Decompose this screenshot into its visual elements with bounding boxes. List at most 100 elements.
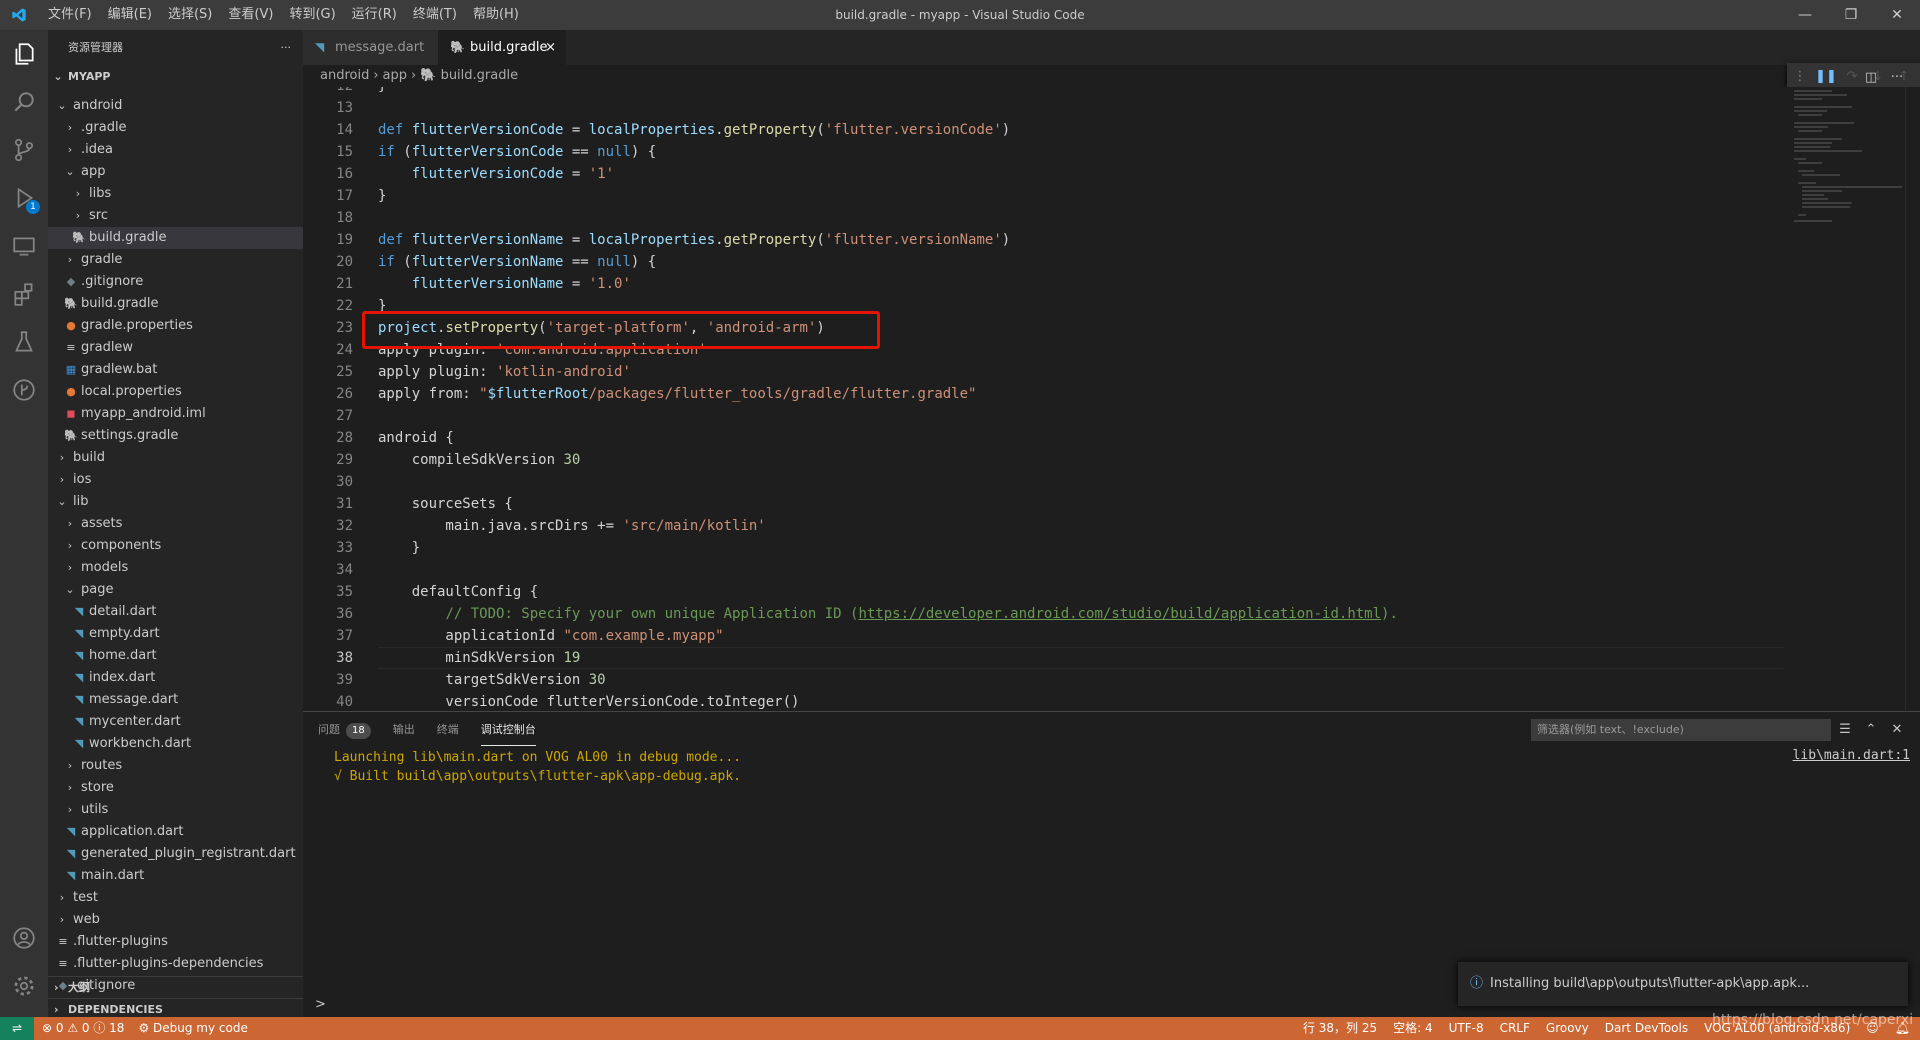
tree-folder[interactable]: › libs xyxy=(48,183,303,205)
editor-scrollbar[interactable] xyxy=(1905,87,1920,710)
cursor-position-status[interactable]: 行 38，列 25 xyxy=(1303,1017,1377,1040)
tab-message-dart[interactable]: ◥ message.dart xyxy=(303,30,438,65)
close-tab-icon[interactable]: × xyxy=(545,30,556,65)
panel-tab[interactable]: 终端 xyxy=(437,712,459,747)
tree-folder[interactable]: › assets xyxy=(48,513,303,535)
tree-folder[interactable]: › test xyxy=(48,887,303,909)
dart-devtools-status[interactable]: Dart DevTools xyxy=(1605,1017,1688,1040)
panel-tab[interactable]: 输出 xyxy=(393,712,415,747)
workspace-root[interactable]: ⌄ MYAPP xyxy=(48,66,303,88)
tree-file[interactable]: ◥ application.dart xyxy=(48,821,303,843)
tree-folder[interactable]: › gradle xyxy=(48,249,303,271)
tree-folder[interactable]: › .idea xyxy=(48,139,303,161)
tree-file[interactable]: ● local.properties xyxy=(48,381,303,403)
tree-file[interactable]: ◥ empty.dart xyxy=(48,623,303,645)
code-line[interactable]: 16 flutterVersionCode = '1' xyxy=(303,163,1783,185)
code-line[interactable]: 19 def flutterVersionName = localProperti… xyxy=(303,229,1783,251)
run-debug-icon[interactable]: 1 xyxy=(0,174,48,222)
tree-file[interactable]: 🐘 build.gradle xyxy=(48,227,303,249)
tree-file[interactable]: ◆ .gitignore xyxy=(48,271,303,293)
menu-item[interactable]: 运行(R) xyxy=(344,0,405,30)
breadcrumb-item[interactable]: android xyxy=(320,68,369,83)
close-panel-icon[interactable]: ✕ xyxy=(1884,722,1910,737)
breadcrumb-item[interactable]: build.gradle xyxy=(441,68,519,83)
search-icon[interactable] xyxy=(0,78,48,126)
close-window-icon[interactable]: ✕ xyxy=(1874,0,1920,30)
minimize-icon[interactable]: — xyxy=(1782,0,1828,30)
debug-status[interactable]: ⚙ Debug my code xyxy=(138,1017,261,1040)
tree-file[interactable]: ◥ workbench.dart xyxy=(48,733,303,755)
tree-folder[interactable]: › .gradle xyxy=(48,117,303,139)
tree-folder[interactable]: › components xyxy=(48,535,303,557)
tree-folder[interactable]: ⌄ android xyxy=(48,95,303,117)
code-line[interactable]: 30 xyxy=(303,471,1783,493)
dependencies-section[interactable]: › DEPENDENCIES xyxy=(48,998,303,1017)
code-line[interactable]: 34 xyxy=(303,559,1783,581)
notification-toast[interactable]: ⓘ Installing build\app\outputs\flutter-a… xyxy=(1458,962,1908,1006)
tree-folder[interactable]: ⌄ page xyxy=(48,579,303,601)
encoding-status[interactable]: UTF-8 xyxy=(1449,1017,1484,1040)
code-line[interactable]: 28 android { xyxy=(303,427,1783,449)
code-line[interactable]: 35 defaultConfig { xyxy=(303,581,1783,603)
eol-status[interactable]: CRLF xyxy=(1500,1017,1530,1040)
code-line[interactable]: 29 compileSdkVersion 30 xyxy=(303,449,1783,471)
source-control-icon[interactable] xyxy=(0,126,48,174)
explorer-icon[interactable] xyxy=(0,30,48,78)
tree-folder[interactable]: › build xyxy=(48,447,303,469)
menu-item[interactable]: 编辑(E) xyxy=(100,0,160,30)
breadcrumb-item[interactable]: app xyxy=(383,68,407,83)
tree-file[interactable]: ≡ .flutter-plugins-dependencies xyxy=(48,953,303,975)
tree-folder[interactable]: › web xyxy=(48,909,303,931)
tree-file[interactable]: 🐘 settings.gradle xyxy=(48,425,303,447)
source-link[interactable]: lib\main.dart:1 xyxy=(1793,748,1910,763)
tree-file[interactable]: ◥ detail.dart xyxy=(48,601,303,623)
code-line[interactable]: 13 xyxy=(303,97,1783,119)
tree-file[interactable]: ▦ gradlew.bat xyxy=(48,359,303,381)
tree-file[interactable]: ◥ mycenter.dart xyxy=(48,711,303,733)
code-line[interactable]: 27 xyxy=(303,405,1783,427)
clear-console-icon[interactable]: ☰ xyxy=(1832,722,1858,737)
code-line[interactable]: 17} xyxy=(303,185,1783,207)
code-line[interactable]: 21 flutterVersionName = '1.0' xyxy=(303,273,1783,295)
code-line[interactable]: 26 apply from: "$flutterRoot/packages/flu… xyxy=(303,383,1783,405)
panel-tab[interactable]: 调试控制台 xyxy=(480,712,536,746)
code-line[interactable]: 37 applicationId "com.example.myapp" xyxy=(303,625,1783,647)
remote-explorer-icon[interactable] xyxy=(0,222,48,270)
tree-file[interactable]: ◥ message.dart xyxy=(48,689,303,711)
code-line[interactable]: 38 minSdkVersion 19 xyxy=(303,647,1783,669)
code-line[interactable]: 31 sourceSets { xyxy=(303,493,1783,515)
tree-folder[interactable]: › models xyxy=(48,557,303,579)
code-line[interactable]: 20 if (flutterVersionName == null) { xyxy=(303,251,1783,273)
language-mode-status[interactable]: Groovy xyxy=(1546,1017,1589,1040)
tree-folder[interactable]: ⌄ app xyxy=(48,161,303,183)
menu-item[interactable]: 文件(F) xyxy=(40,0,100,30)
tab-build-gradle[interactable]: 🐘 build.gradle × xyxy=(438,30,566,65)
tree-file[interactable]: ≡ gradlew xyxy=(48,337,303,359)
code-line[interactable]: 32 main.java.srcDirs += 'src/main/kotlin… xyxy=(303,515,1783,537)
tree-folder[interactable]: › src xyxy=(48,205,303,227)
menu-item[interactable]: 选择(S) xyxy=(160,0,220,30)
tree-folder[interactable]: ⌄ lib xyxy=(48,491,303,513)
tree-file[interactable]: ◥ generated_plugin_registrant.dart xyxy=(48,843,303,865)
code-line[interactable]: 25 apply plugin: 'kotlin-android' xyxy=(303,361,1783,383)
debug-console-filter-input[interactable]: 筛选器(例如 text、!exclude) xyxy=(1531,719,1831,741)
code-line[interactable]: 36 // TODO: Specify your own unique Appl… xyxy=(303,603,1783,625)
code-line[interactable]: 40 versionCode flutterVersionCode.toInte… xyxy=(303,691,1783,710)
tree-folder[interactable]: › utils xyxy=(48,799,303,821)
outline-section[interactable]: › 大纲 xyxy=(48,976,303,999)
remote-indicator-icon[interactable]: ⇌ xyxy=(0,1017,34,1040)
problems-status[interactable]: ⊗ 0 ⚠ 0 ⓘ 18 xyxy=(42,1017,124,1040)
gitlens-icon[interactable] xyxy=(0,366,48,414)
maximize-panel-icon[interactable]: ⌃ xyxy=(1858,722,1884,737)
console-prompt[interactable]: > xyxy=(315,997,326,1012)
extensions-icon[interactable] xyxy=(0,270,48,318)
menu-item[interactable]: 终端(T) xyxy=(405,0,465,30)
tree-file[interactable]: 🐘 build.gradle xyxy=(48,293,303,315)
menu-item[interactable]: 查看(V) xyxy=(220,0,281,30)
code-line[interactable]: 18 xyxy=(303,207,1783,229)
tree-file[interactable]: ≡ .flutter-plugins xyxy=(48,931,303,953)
tree-file[interactable]: ◼ myapp_android.iml xyxy=(48,403,303,425)
tree-file[interactable]: ◥ index.dart xyxy=(48,667,303,689)
panel-tab[interactable]: 问题 18 xyxy=(318,712,371,747)
code-line[interactable]: 12} xyxy=(303,87,1783,97)
